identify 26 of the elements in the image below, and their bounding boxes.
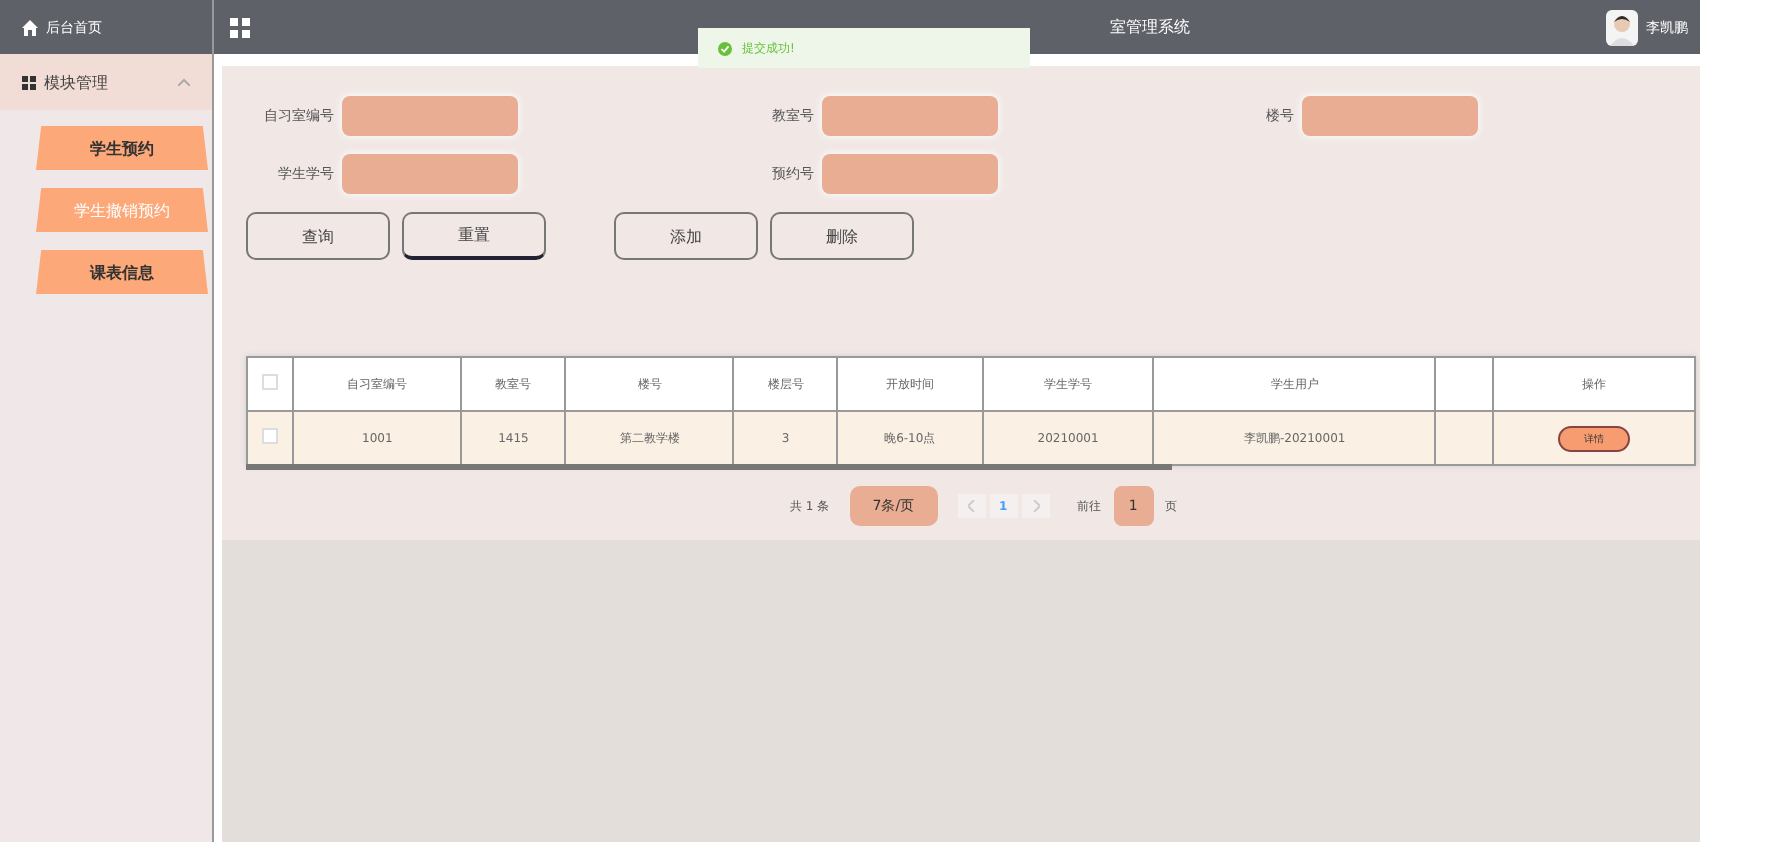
menu-item[interactable]: 课表信息 bbox=[36, 250, 208, 294]
scrollbar[interactable] bbox=[246, 464, 1172, 470]
action-button[interactable]: 删除 bbox=[770, 212, 914, 260]
avatar-icon[interactable] bbox=[1606, 9, 1638, 45]
menu-item[interactable]: 学生预约 bbox=[36, 126, 208, 170]
input-field[interactable] bbox=[822, 154, 998, 194]
prev-page-button[interactable] bbox=[957, 494, 986, 518]
home-icon bbox=[22, 19, 38, 35]
checkbox[interactable] bbox=[262, 374, 278, 390]
chevron-left-icon bbox=[967, 500, 976, 512]
action-button[interactable]: 重置 bbox=[402, 212, 546, 260]
input-field[interactable] bbox=[822, 96, 998, 136]
input-field[interactable] bbox=[1302, 96, 1478, 136]
menu-group[interactable]: 模块管理 bbox=[0, 54, 212, 110]
action-button[interactable]: 查询 bbox=[246, 212, 390, 260]
app-title: 室管理系统 bbox=[1110, 16, 1190, 38]
caret-icon bbox=[178, 78, 190, 86]
chevron-right-icon bbox=[1031, 500, 1040, 512]
action-button[interactable]: 添加 bbox=[614, 212, 758, 260]
checkbox[interactable] bbox=[262, 428, 278, 444]
input-field[interactable] bbox=[342, 96, 518, 136]
grid-icon bbox=[22, 75, 36, 89]
grid-icon[interactable] bbox=[230, 17, 250, 37]
next-page-button[interactable] bbox=[1021, 494, 1050, 518]
input-field[interactable] bbox=[342, 154, 518, 194]
check-icon bbox=[718, 41, 732, 55]
